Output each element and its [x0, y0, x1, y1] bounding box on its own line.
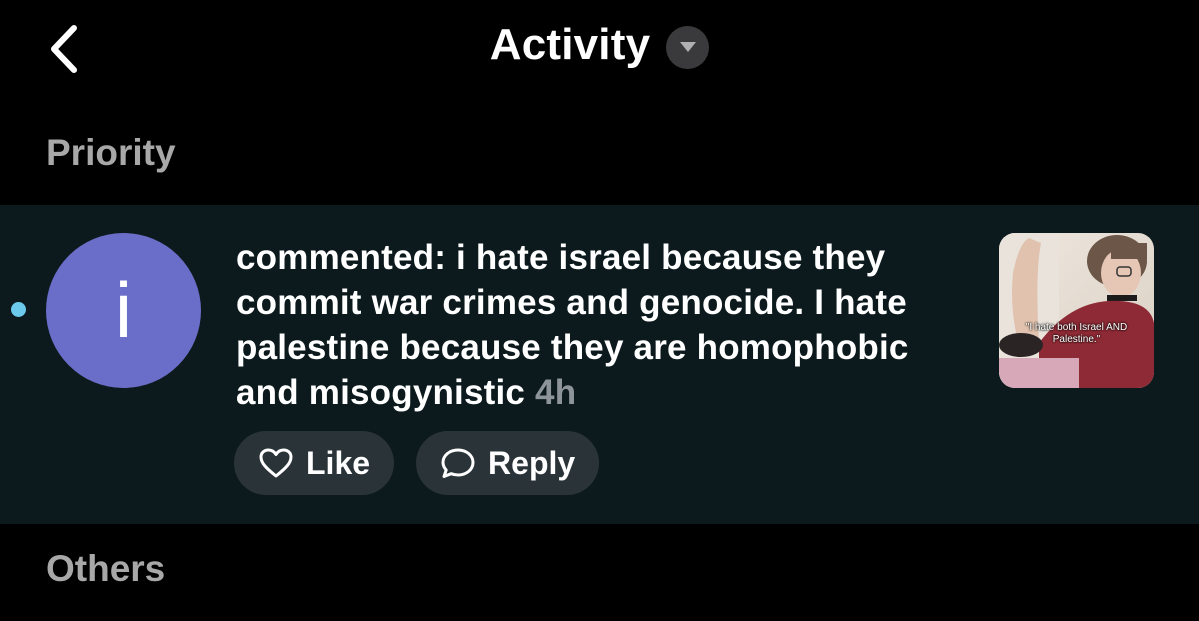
avatar[interactable]: i	[46, 233, 201, 388]
like-button[interactable]: Like	[234, 431, 395, 495]
title-group: Activity	[0, 20, 1199, 70]
caret-down-icon	[679, 42, 696, 52]
reply-label: Reply	[488, 444, 576, 481]
thumbnail-image	[999, 233, 1154, 388]
header: Activity	[0, 0, 1199, 100]
heart-icon	[258, 447, 294, 479]
notification-item[interactable]: i commented: i hate israel because they …	[0, 205, 1199, 524]
like-label: Like	[306, 444, 371, 481]
speech-bubble-icon	[440, 446, 476, 480]
video-thumbnail[interactable]: "I hate both Israel AND Palestine."	[999, 233, 1154, 388]
page-title: Activity	[489, 20, 651, 69]
notification-text: commented: i hate israel because they co…	[236, 235, 976, 415]
activity-filter-dropdown[interactable]	[666, 25, 710, 69]
section-label-others: Others	[46, 548, 166, 589]
unread-indicator	[11, 302, 26, 317]
notification-actions: Like Reply	[234, 431, 600, 495]
reply-button[interactable]: Reply	[416, 431, 600, 495]
thumbnail-caption: "I hate both Israel AND Palestine."	[1025, 322, 1128, 345]
timestamp: 4h	[535, 373, 577, 412]
section-label-priority: Priority	[46, 132, 176, 173]
